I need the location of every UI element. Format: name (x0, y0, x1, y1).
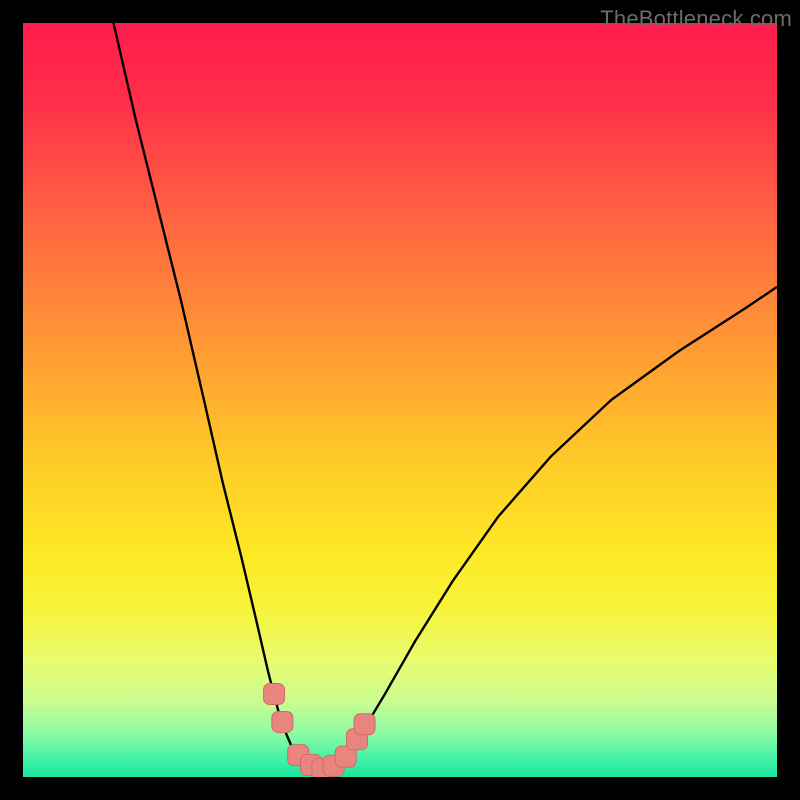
outer-frame: TheBottleneck.com (0, 0, 800, 800)
plot-area (23, 23, 777, 777)
gradient-background (23, 23, 777, 777)
watermark-text: TheBottleneck.com (600, 6, 792, 32)
marker-point (272, 711, 293, 732)
marker-point (354, 714, 375, 735)
bottleneck-chart (23, 23, 777, 777)
marker-point (264, 684, 285, 705)
